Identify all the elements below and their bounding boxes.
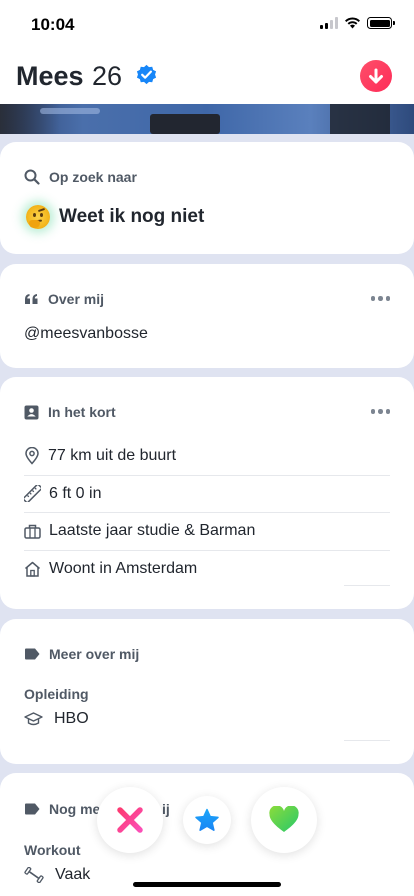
looking-for-value-text: Weet ik nog niet	[59, 206, 205, 227]
lifestyle-heading-end: ij	[162, 801, 170, 817]
location-pin-icon	[25, 447, 39, 465]
basics-item-label: 6 ft 0 in	[49, 484, 102, 502]
cellular-signal-icon	[320, 17, 338, 29]
divider	[344, 740, 390, 741]
status-bar: 10:04	[0, 0, 414, 48]
workout-value-text: Vaak	[55, 866, 91, 883]
looking-for-value: Weet ik nog niet	[26, 205, 204, 229]
basics-more-button[interactable]	[370, 409, 390, 414]
about-card: Over mij @meesvanbosse	[0, 264, 414, 368]
about-more-button[interactable]	[370, 296, 390, 301]
star-icon	[195, 808, 219, 831]
about-heading: Over mij	[24, 291, 104, 307]
basics-list: 77 km uit de buurt 6 ft 0 in Laatste jaa…	[24, 438, 390, 588]
like-button[interactable]	[251, 787, 317, 853]
lifestyle-heading-start: Nog me	[49, 801, 101, 817]
collapse-profile-button[interactable]	[360, 60, 392, 92]
briefcase-icon	[24, 524, 41, 539]
education-value-text: HBO	[54, 710, 89, 727]
basics-item-label: 77 km uit de buurt	[48, 447, 177, 465]
status-icons	[320, 17, 395, 29]
education-value: HBO	[24, 710, 89, 728]
home-icon	[25, 562, 40, 577]
looking-for-heading: Op zoek naar	[24, 169, 137, 185]
basics-heading: In het kort	[24, 404, 116, 420]
basics-heading-label: In het kort	[48, 404, 116, 420]
basics-item-residence: Woont in Amsterdam	[24, 551, 390, 589]
profile-photo[interactable]	[0, 104, 414, 134]
basics-item-distance: 77 km uit de buurt	[24, 438, 390, 476]
profile-name: Mees	[16, 61, 84, 91]
looking-for-card: Op zoek naar Weet ik nog niet	[0, 142, 414, 254]
basics-item-height: 6 ft 0 in	[24, 476, 390, 513]
super-like-button[interactable]	[183, 796, 231, 844]
basics-card: In het kort 77 km uit de buurt 6 ft 0 in	[0, 377, 414, 609]
more-about-heading: Meer over mij	[24, 646, 139, 662]
tag-icon	[25, 803, 40, 815]
dumbbell-icon	[24, 867, 44, 883]
workout-value: Vaak	[24, 866, 90, 884]
more-about-card: Meer over mij Opleiding HBO	[0, 619, 414, 764]
divider	[344, 585, 390, 586]
heart-icon	[269, 806, 299, 832]
search-icon	[24, 169, 40, 185]
looking-for-heading-label: Op zoek naar	[49, 169, 137, 185]
x-icon	[117, 807, 143, 833]
id-card-icon	[24, 405, 39, 419]
lifestyle-heading: Nog me	[24, 801, 100, 817]
basics-item-job: Laatste jaar studie & Barman	[24, 513, 390, 551]
about-text: @meesvanbosse	[24, 325, 148, 342]
basics-item-label: Laatste jaar studie & Barman	[49, 522, 256, 540]
nope-button[interactable]	[97, 787, 163, 853]
tag-icon	[25, 648, 40, 660]
home-indicator[interactable]	[133, 882, 281, 887]
ruler-icon	[24, 485, 41, 503]
profile-header: Mees 26	[0, 48, 414, 104]
verified-badge-icon	[136, 64, 157, 85]
arrow-down-icon	[369, 68, 383, 83]
basics-item-label: Woont in Amsterdam	[49, 560, 198, 578]
more-about-heading-label: Meer over mij	[49, 646, 140, 662]
status-time: 10:04	[31, 15, 75, 34]
about-heading-label: Over mij	[48, 291, 105, 307]
education-label: Opleiding	[24, 686, 89, 702]
profile-age: 26	[92, 61, 123, 91]
quote-icon	[25, 294, 38, 304]
thinking-face-emoji	[26, 205, 50, 229]
wifi-icon	[345, 17, 360, 29]
workout-label: Workout	[24, 842, 81, 858]
battery-icon	[367, 17, 395, 29]
graduation-cap-icon	[24, 712, 43, 726]
